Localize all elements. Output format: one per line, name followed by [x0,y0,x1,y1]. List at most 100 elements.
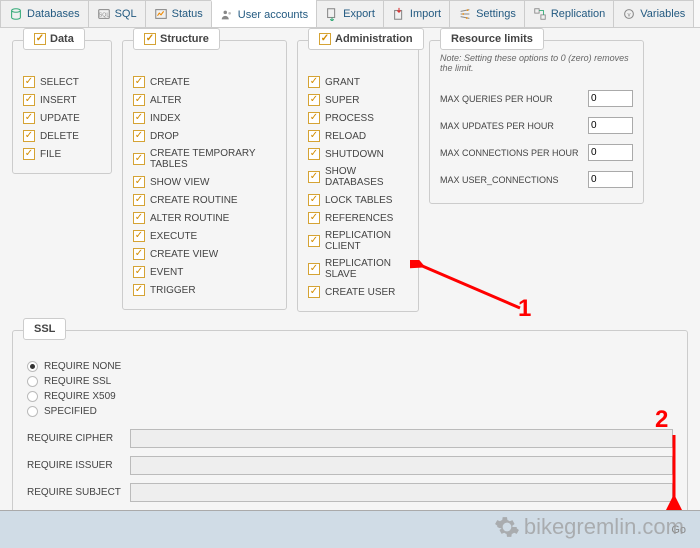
check-all-data[interactable]: ✓ [34,33,46,45]
priv-delete[interactable]: ✓DELETE [23,127,101,145]
priv-trigger[interactable]: ✓TRIGGER [133,281,276,299]
tab-settings[interactable]: Settings [449,0,525,27]
tab-status[interactable]: Status [145,0,212,27]
check-all-structure[interactable]: ✓ [144,33,156,45]
top-tabs: Databases SQL SQL Status User accounts E… [0,0,700,28]
cipher-input[interactable] [130,429,673,448]
legend-label: Resource limits [451,33,533,45]
priv-alter-routine[interactable]: ✓ALTER ROUTINE [133,209,276,227]
ssl-legend: SSL [23,318,66,340]
admin-legend[interactable]: ✓ Administration [308,28,424,50]
max-queries-input[interactable] [588,90,633,107]
priv-drop[interactable]: ✓DROP [133,127,276,145]
data-group: ✓ Data ✓SELECT ✓INSERT ✓UPDATE ✓DELETE ✓… [12,40,112,174]
priv-show-databases[interactable]: ✓SHOW DATABASES [308,163,408,191]
priv-grant[interactable]: ✓GRANT [308,73,408,91]
priv-insert[interactable]: ✓INSERT [23,91,101,109]
max-queries-label: MAX QUERIES PER HOUR [440,94,553,104]
ssl-require-x509[interactable]: REQUIRE X509 [27,389,673,404]
ssl-group: SSL REQUIRE NONE REQUIRE SSL REQUIRE X50… [12,330,688,521]
max-user-connections-label: MAX USER_CONNECTIONS [440,175,559,185]
priv-super[interactable]: ✓SUPER [308,91,408,109]
priv-references[interactable]: ✓REFERENCES [308,209,408,227]
legend-label: Structure [160,33,209,45]
priv-alter[interactable]: ✓ALTER [133,91,276,109]
tab-label: Replication [551,8,605,20]
max-connections-label: MAX CONNECTIONS PER HOUR [440,148,579,158]
priv-event[interactable]: ✓EVENT [133,263,276,281]
max-updates-label: MAX UPDATES PER HOUR [440,121,554,131]
tab-label: Export [343,8,375,20]
priv-replication-slave[interactable]: ✓REPLICATION SLAVE [308,255,408,283]
issuer-input[interactable] [130,456,673,475]
priv-select[interactable]: ✓SELECT [23,73,101,91]
priv-file[interactable]: ✓FILE [23,145,101,163]
replication-icon [533,7,547,21]
footer-bar: Go [0,510,700,548]
tab-replication[interactable]: Replication [524,0,614,27]
status-icon [154,7,168,21]
tab-label: Databases [27,8,80,20]
tab-user-accounts[interactable]: User accounts [211,0,317,27]
issuer-label: REQUIRE ISSUER [27,460,122,471]
priv-index[interactable]: ✓INDEX [133,109,276,127]
max-updates-input[interactable] [588,117,633,134]
priv-replication-client[interactable]: ✓REPLICATION CLIENT [308,227,408,255]
priv-lock-tables[interactable]: ✓LOCK TABLES [308,191,408,209]
priv-create-user[interactable]: ✓CREATE USER [308,283,408,301]
check-all-admin[interactable]: ✓ [319,33,331,45]
radio-icon [27,391,38,402]
structure-group: ✓ Structure ✓CREATE ✓ALTER ✓INDEX ✓DROP … [122,40,287,310]
tab-label: Variables [640,8,685,20]
sql-icon: SQL [97,7,111,21]
max-user-connections-input[interactable] [588,171,633,188]
ssl-specified[interactable]: SPECIFIED [27,404,673,419]
databases-icon [9,7,23,21]
radio-icon [27,406,38,417]
radio-icon [27,376,38,387]
subject-label: REQUIRE SUBJECT [27,487,122,498]
tab-export[interactable]: Export [316,0,384,27]
ssl-require-none[interactable]: REQUIRE NONE [27,359,673,374]
go-button[interactable]: Go [671,524,686,536]
subject-input[interactable] [130,483,673,502]
privileges-content: ✓ Data ✓SELECT ✓INSERT ✓UPDATE ✓DELETE ✓… [0,28,700,324]
priv-reload[interactable]: ✓RELOAD [308,127,408,145]
cipher-label: REQUIRE CIPHER [27,433,122,444]
priv-show-view[interactable]: ✓SHOW VIEW [133,173,276,191]
max-connections-input[interactable] [588,144,633,161]
limits-note: Note: Setting these options to 0 (zero) … [440,53,633,73]
variables-icon: v [622,7,636,21]
limits-legend: Resource limits [440,28,544,50]
priv-update[interactable]: ✓UPDATE [23,109,101,127]
priv-create-routine[interactable]: ✓CREATE ROUTINE [133,191,276,209]
radio-icon [27,361,38,372]
tab-label: Status [172,8,203,20]
tab-variables[interactable]: v Variables [613,0,694,27]
tab-sql[interactable]: SQL SQL [88,0,146,27]
settings-icon [458,7,472,21]
data-legend[interactable]: ✓ Data [23,28,85,50]
svg-text:SQL: SQL [98,13,109,19]
tab-more[interactable]: ▾ More [693,0,700,27]
priv-create[interactable]: ✓CREATE [133,73,276,91]
ssl-require-ssl[interactable]: REQUIRE SSL [27,374,673,389]
legend-label: Data [50,33,74,45]
export-icon [325,7,339,21]
tab-label: Import [410,8,441,20]
priv-shutdown[interactable]: ✓SHUTDOWN [308,145,408,163]
tab-import[interactable]: Import [383,0,450,27]
tab-label: Settings [476,8,516,20]
tab-databases[interactable]: Databases [0,0,89,27]
priv-process[interactable]: ✓PROCESS [308,109,408,127]
legend-label: SSL [34,323,55,335]
user-accounts-icon [220,8,234,22]
limits-group: Resource limits Note: Setting these opti… [429,40,644,204]
legend-label: Administration [335,33,413,45]
priv-execute[interactable]: ✓EXECUTE [133,227,276,245]
import-icon [392,7,406,21]
structure-legend[interactable]: ✓ Structure [133,28,220,50]
priv-create-view[interactable]: ✓CREATE VIEW [133,245,276,263]
tab-label: SQL [115,8,137,20]
priv-create-temp[interactable]: ✓CREATE TEMPORARY TABLES [133,145,276,173]
